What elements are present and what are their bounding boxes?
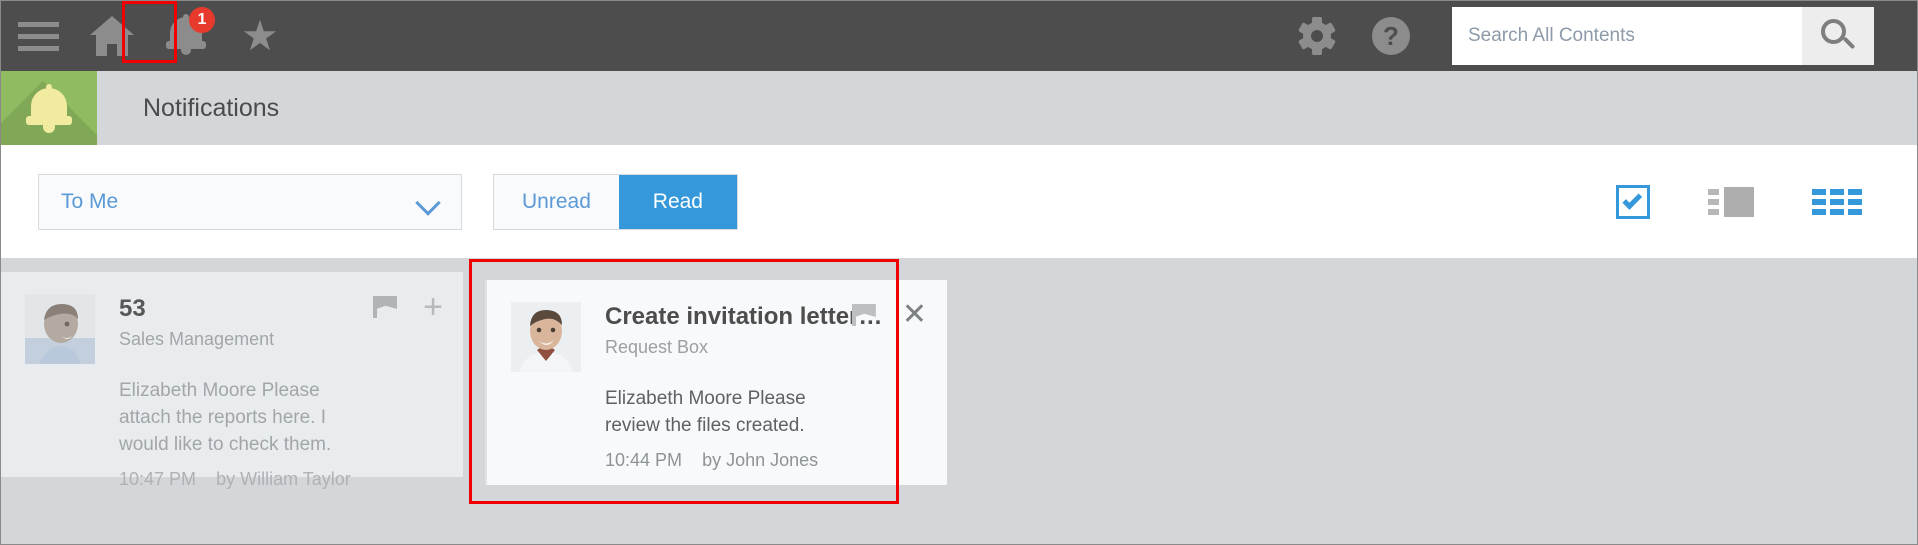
card-heading-group: 53 Sales Management + (95, 290, 443, 364)
notification-card[interactable]: Create invitation letter… Request Box ✕ … (485, 280, 947, 485)
plus-icon[interactable]: + (423, 290, 443, 324)
notification-card[interactable]: 53 Sales Management + Elizabeth Moore Pl… (1, 272, 463, 489)
recipient-filter-value: To Me (61, 189, 119, 213)
flag-icon[interactable] (851, 304, 876, 326)
notification-meta: 10:44 PM by John Jones (511, 439, 923, 471)
star-icon: ★ (241, 12, 279, 59)
notification-source: Request Box (605, 337, 709, 357)
settings-button[interactable] (1280, 1, 1354, 71)
page-title: Notifications (143, 93, 280, 122)
top-navigation-bar: 1 ★ ? (1, 1, 1917, 71)
list-view-panel-icon (1724, 186, 1754, 217)
close-icon[interactable]: ✕ (902, 300, 927, 330)
notifications-button[interactable]: 1 (149, 1, 223, 71)
flag-icon[interactable] (373, 296, 398, 318)
card-header: Create invitation letter… Request Box ✕ (511, 300, 927, 372)
grid-cell-icon (1848, 208, 1862, 215)
home-button[interactable] (75, 1, 149, 71)
grid-cell-icon (1812, 198, 1826, 205)
gear-icon (1298, 17, 1336, 55)
card-action-group: + (373, 290, 443, 324)
tab-read[interactable]: Read (618, 174, 737, 229)
tab-unread[interactable]: Unread (494, 175, 619, 229)
notification-meta: 10:47 PM by William Taylor (25, 458, 439, 490)
chevron-down-icon (417, 191, 439, 213)
notification-author: by John Jones (702, 450, 819, 470)
notification-time: 10:44 PM (605, 450, 683, 470)
card-heading-group: Create invitation letter… Request Box ✕ (581, 300, 927, 372)
checkmark-icon (1622, 189, 1643, 210)
notification-count-badge: 1 (189, 7, 215, 33)
home-icon (90, 16, 134, 56)
list-view-icon (1708, 188, 1719, 215)
section-header: Notifications (1, 71, 1917, 145)
hamburger-icon (17, 21, 59, 51)
read-status-tabs: Unread Read (493, 173, 738, 230)
grid-cell-icon (1812, 188, 1826, 195)
avatar (511, 302, 581, 372)
notification-message: Elizabeth Moore Please review the files … (605, 388, 806, 436)
notification-source: Sales Management (119, 329, 275, 349)
notifications-page: 1 ★ ? Search All Contents Notifications … (0, 0, 1918, 545)
grid-cell-icon (1830, 188, 1844, 195)
search-input[interactable] (1452, 7, 1802, 65)
filter-toolbar: To Me Unread Read (1, 145, 1917, 258)
bell-icon-large (26, 83, 72, 133)
search-submit-button[interactable] (1802, 7, 1874, 65)
notification-time: 10:47 PM (119, 469, 197, 489)
card-header: 53 Sales Management + (25, 290, 443, 364)
grid-cell-icon (1812, 208, 1826, 215)
notification-list: 53 Sales Management + Elizabeth Moore Pl… (1, 258, 1917, 544)
notification-author: by William Taylor (216, 469, 351, 489)
view-controls (1616, 184, 1862, 219)
grid-cell-icon (1830, 208, 1844, 215)
favorites-button[interactable]: ★ (223, 1, 297, 71)
recipient-filter-dropdown[interactable]: To Me (38, 173, 462, 230)
search-icon (1821, 19, 1856, 53)
card-action-group: ✕ (851, 300, 927, 330)
notification-message: Elizabeth Moore Please attach the report… (119, 380, 332, 455)
notifications-app-tile (1, 71, 97, 145)
grid-cell-icon (1848, 198, 1862, 205)
help-button[interactable]: ? (1354, 1, 1428, 71)
grid-view-toggle[interactable] (1812, 188, 1862, 215)
select-all-checkbox[interactable] (1616, 184, 1650, 219)
help-icon: ? (1372, 17, 1410, 55)
hamburger-menu-button[interactable] (1, 1, 75, 71)
list-view-toggle[interactable] (1708, 186, 1754, 217)
grid-cell-icon (1830, 198, 1844, 205)
search-container (1452, 7, 1874, 65)
grid-cell-icon (1848, 188, 1862, 195)
avatar (25, 294, 95, 364)
